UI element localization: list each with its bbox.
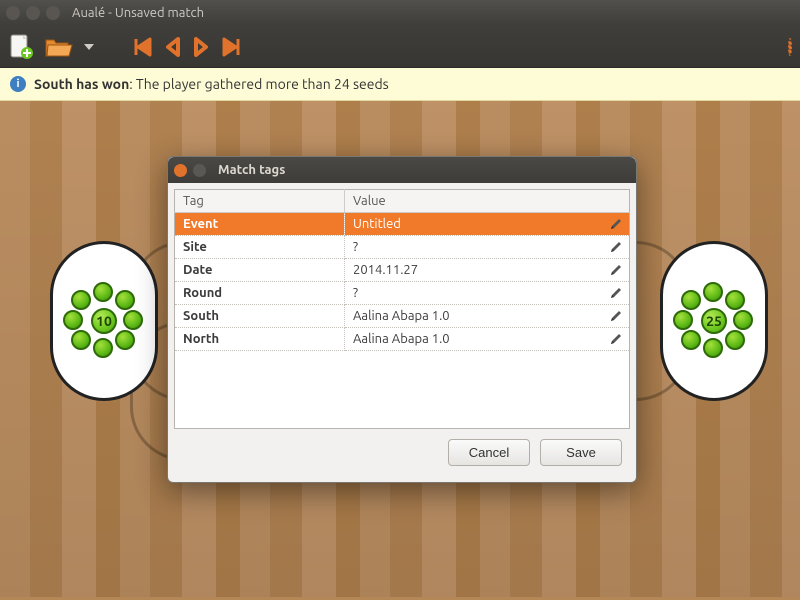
table-row[interactable]: SouthAalina Abapa 1.0 <box>175 305 630 328</box>
nav-next-button[interactable] <box>192 37 210 57</box>
status-detail: : The player gathered more than 24 seeds <box>129 76 388 92</box>
value-cell[interactable]: Aalina Abapa 1.0 <box>345 328 630 351</box>
match-tags-dialog: Match tags Tag Value EventUntitledSite?D… <box>167 156 637 483</box>
table-row[interactable]: Site? <box>175 236 630 259</box>
tag-cell[interactable]: Date <box>175 259 345 282</box>
seed-count: 25 <box>701 308 727 334</box>
column-header-value[interactable]: Value <box>345 190 630 213</box>
value-cell[interactable]: Aalina Abapa 1.0 <box>345 305 630 328</box>
store-pit-right[interactable]: 25 <box>660 241 768 401</box>
table-row[interactable]: Date2014.11.27 <box>175 259 630 282</box>
tag-cell[interactable]: Event <box>175 213 345 236</box>
new-file-button[interactable] <box>8 33 34 61</box>
window-close-icon[interactable] <box>6 6 20 20</box>
edit-icon[interactable] <box>609 263 623 277</box>
info-icon: i <box>10 76 26 92</box>
tag-cell[interactable]: South <box>175 305 345 328</box>
status-text: South has won: The player gathered more … <box>34 76 389 92</box>
tag-cell[interactable]: Site <box>175 236 345 259</box>
value-cell[interactable]: ? <box>345 282 630 305</box>
seed-cluster: 25 <box>675 282 753 360</box>
tag-cell[interactable]: North <box>175 328 345 351</box>
table-row[interactable]: EventUntitled <box>175 213 630 236</box>
status-headline: South has won <box>34 76 129 92</box>
settings-button[interactable] <box>788 40 792 54</box>
edit-icon[interactable] <box>609 240 623 254</box>
window-titlebar: Aualé - Unsaved match <box>0 0 800 26</box>
gear-icon <box>788 38 792 56</box>
tag-cell[interactable]: Round <box>175 282 345 305</box>
store-pit-left[interactable]: 10 <box>50 241 158 401</box>
save-button[interactable]: Save <box>540 439 622 466</box>
window-title: Aualé - Unsaved match <box>72 6 204 20</box>
edit-icon[interactable] <box>609 309 623 323</box>
status-bar: i South has won: The player gathered mor… <box>0 68 800 101</box>
cancel-button[interactable]: Cancel <box>448 439 530 466</box>
edit-icon[interactable] <box>609 286 623 300</box>
open-dropdown-icon[interactable] <box>84 42 94 52</box>
tags-table: Tag Value EventUntitledSite?Date2014.11.… <box>174 189 630 429</box>
dialog-minimize-icon[interactable] <box>193 164 206 177</box>
open-file-button[interactable] <box>44 34 74 60</box>
window-minimize-icon[interactable] <box>26 6 40 20</box>
value-cell[interactable]: 2014.11.27 <box>345 259 630 282</box>
column-header-tag[interactable]: Tag <box>175 190 345 213</box>
edit-icon[interactable] <box>609 332 623 346</box>
nav-last-button[interactable] <box>220 37 242 57</box>
main-toolbar <box>0 26 800 68</box>
nav-first-button[interactable] <box>132 37 154 57</box>
dialog-title: Match tags <box>218 163 285 177</box>
dialog-titlebar[interactable]: Match tags <box>168 157 636 183</box>
value-cell[interactable]: Untitled <box>345 213 630 236</box>
dialog-close-icon[interactable] <box>174 164 187 177</box>
seed-count: 10 <box>91 308 117 334</box>
edit-icon[interactable] <box>609 217 623 231</box>
window-maximize-icon[interactable] <box>46 6 60 20</box>
table-row[interactable]: NorthAalina Abapa 1.0 <box>175 328 630 351</box>
seed-cluster: 10 <box>65 282 143 360</box>
table-row[interactable]: Round? <box>175 282 630 305</box>
nav-prev-button[interactable] <box>164 37 182 57</box>
game-board: 10 25 Match tags Tag <box>0 101 800 597</box>
value-cell[interactable]: ? <box>345 236 630 259</box>
